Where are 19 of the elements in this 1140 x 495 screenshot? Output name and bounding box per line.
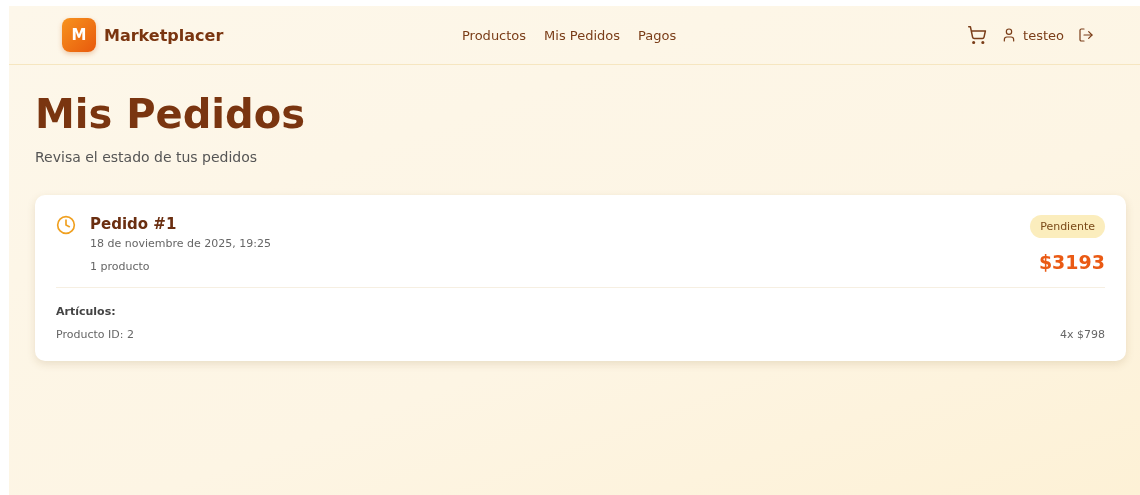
- logo-icon: M: [62, 18, 96, 52]
- user-name[interactable]: testeo: [1023, 27, 1064, 43]
- logout-icon[interactable]: [1078, 27, 1094, 43]
- nav-link[interactable]: Productos: [462, 27, 527, 43]
- order-title: Pedido #1: [90, 215, 178, 233]
- order-count: 1 producto: [90, 260, 151, 273]
- page-title: Mis Pedidos: [35, 91, 306, 137]
- status-badge: Pendiente: [1030, 215, 1105, 238]
- order-total: $3193: [1038, 251, 1105, 273]
- clock-icon: [56, 215, 76, 235]
- cart-icon[interactable]: [967, 25, 988, 45]
- nav-link[interactable]: Mis Pedidos: [544, 27, 621, 43]
- item-name: Producto ID: 2: [56, 328, 134, 341]
- brand-name: Marketplacer: [104, 25, 224, 45]
- nav-link[interactable]: Pagos: [638, 27, 677, 43]
- item-price: 4x $798: [1060, 328, 1105, 341]
- items-label: Artículos:: [56, 305, 117, 318]
- page-subtitle: Revisa el estado de tus pedidos: [35, 149, 259, 165]
- order-date: 18 de noviembre de 2025, 19:25: [90, 237, 271, 250]
